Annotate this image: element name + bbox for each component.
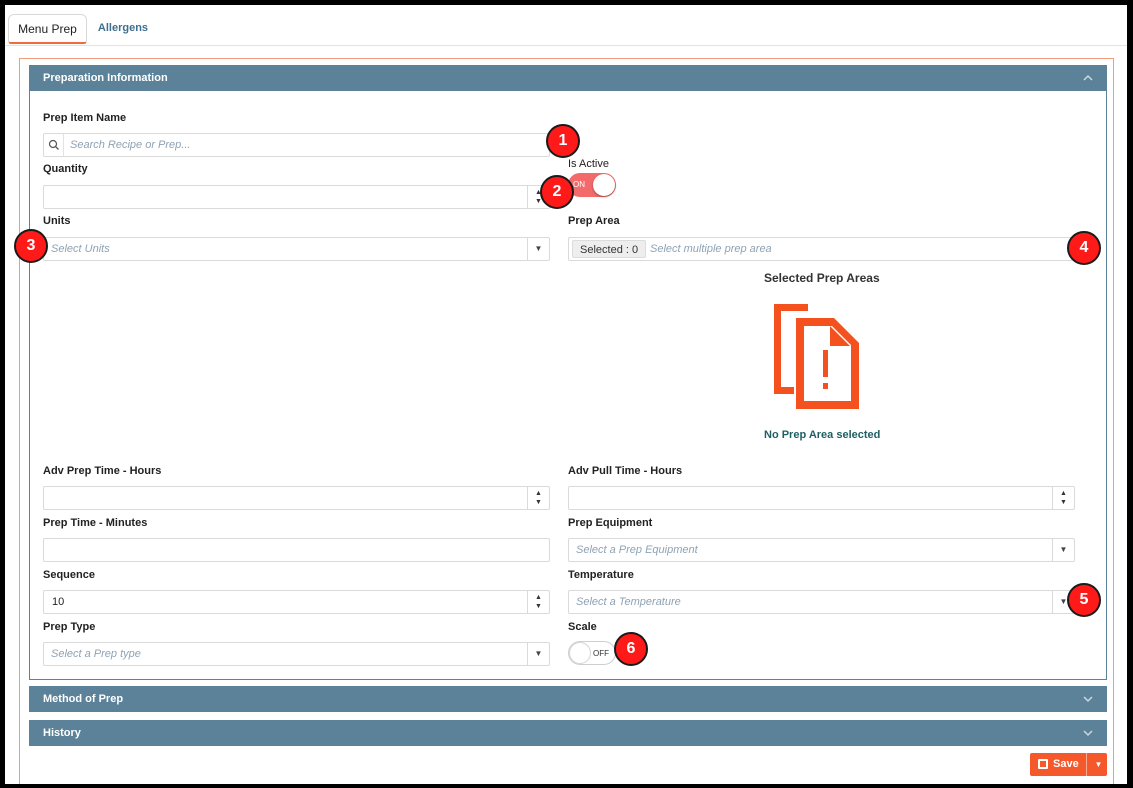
scale-toggle[interactable]: OFF xyxy=(568,641,616,665)
prep-equipment-select[interactable]: Select a Prep Equipment ▼ xyxy=(568,538,1075,562)
prep-type-placeholder: Select a Prep type xyxy=(51,648,141,660)
chevron-down-icon[interactable] xyxy=(1083,720,1093,746)
prep-type-select[interactable]: Select a Prep type ▼ xyxy=(43,642,550,666)
toggle-state-text: ON xyxy=(573,180,585,189)
spinner-up-icon[interactable]: ▲ xyxy=(528,594,549,602)
adv-prep-time-input[interactable]: ▲ ▼ xyxy=(43,486,550,510)
section-title: Method of Prep xyxy=(43,693,124,705)
toggle-knob xyxy=(569,642,591,664)
callout-6: 6 xyxy=(614,632,648,666)
quantity-label: Quantity xyxy=(43,163,88,175)
spinner-down-icon[interactable]: ▼ xyxy=(1053,499,1074,507)
prep-item-placeholder: Search Recipe or Prep... xyxy=(70,139,191,151)
prep-area-multiselect[interactable]: Selected : 0 Select multiple prep area xyxy=(568,237,1073,261)
scale-label: Scale xyxy=(568,621,597,633)
save-label: Save xyxy=(1053,758,1079,770)
documents-alert-icon xyxy=(774,304,859,409)
temperature-label: Temperature xyxy=(568,569,634,581)
no-prep-area-text: No Prep Area selected xyxy=(764,429,881,441)
save-button[interactable]: Save ▼ xyxy=(1030,753,1107,776)
section-preparation-header[interactable]: Preparation Information xyxy=(29,65,1107,91)
prep-time-input[interactable] xyxy=(43,538,550,562)
temperature-placeholder: Select a Temperature xyxy=(576,596,681,608)
spinner-up-icon[interactable]: ▲ xyxy=(528,490,549,498)
toggle-state-text: OFF xyxy=(593,649,609,658)
save-divider xyxy=(1086,753,1087,776)
app-window: Menu Prep Allergens Preparation Informat… xyxy=(5,5,1127,784)
quantity-input[interactable]: ▲ ▼ xyxy=(43,185,550,209)
adv-prep-time-stepper[interactable]: ▲ ▼ xyxy=(527,487,549,509)
units-placeholder: Select Units xyxy=(51,243,110,255)
callout-3: 3 xyxy=(14,229,48,263)
units-label: Units xyxy=(43,215,71,227)
sequence-input[interactable]: 10 ▲ ▼ xyxy=(43,590,550,614)
floppy-icon xyxy=(1038,759,1048,769)
prep-area-label: Prep Area xyxy=(568,215,620,227)
chevron-up-icon[interactable] xyxy=(1083,65,1093,91)
callout-2: 2 xyxy=(540,175,574,209)
is-active-toggle[interactable]: ON xyxy=(568,173,616,197)
search-icon xyxy=(44,134,64,156)
units-select[interactable]: Select Units ▼ xyxy=(43,237,550,261)
is-active-label: Is Active xyxy=(568,158,609,170)
prep-item-search-input[interactable]: Search Recipe or Prep... xyxy=(43,133,550,157)
sequence-value: 10 xyxy=(52,596,65,608)
sequence-stepper[interactable]: ▲ ▼ xyxy=(527,591,549,613)
callout-1: 1 xyxy=(546,124,580,158)
spinner-down-icon[interactable]: ▼ xyxy=(528,603,549,611)
prep-time-label: Prep Time - Minutes xyxy=(43,517,148,529)
callout-4: 4 xyxy=(1067,231,1101,265)
chevron-down-icon[interactable]: ▼ xyxy=(527,643,549,665)
prep-type-label: Prep Type xyxy=(43,621,96,633)
adv-pull-time-label: Adv Pull Time - Hours xyxy=(568,465,683,477)
section-title: Preparation Information xyxy=(43,72,168,84)
adv-prep-time-label: Adv Prep Time - Hours xyxy=(43,465,162,477)
prep-item-name-label: Prep Item Name xyxy=(43,112,127,124)
prep-equipment-label: Prep Equipment xyxy=(568,517,653,529)
section-history-header[interactable]: History xyxy=(29,720,1107,746)
chevron-down-icon[interactable]: ▼ xyxy=(527,238,549,260)
tab-allergens[interactable]: Allergens xyxy=(93,14,153,44)
spinner-down-icon[interactable]: ▼ xyxy=(528,499,549,507)
selected-prep-areas-title: Selected Prep Areas xyxy=(764,271,880,285)
sequence-label: Sequence xyxy=(43,569,95,581)
section-title: History xyxy=(43,727,81,739)
adv-pull-time-stepper[interactable]: ▲ ▼ xyxy=(1052,487,1074,509)
spinner-up-icon[interactable]: ▲ xyxy=(1053,490,1074,498)
callout-5: 5 xyxy=(1067,583,1101,617)
selected-count-badge: Selected : 0 xyxy=(572,240,647,258)
section-method-header[interactable]: Method of Prep xyxy=(29,686,1107,712)
temperature-select[interactable]: Select a Temperature ▼ xyxy=(568,590,1075,614)
chevron-down-icon[interactable]: ▼ xyxy=(1052,539,1074,561)
prep-area-placeholder: Select multiple prep area xyxy=(650,243,772,255)
chevron-down-icon[interactable] xyxy=(1083,686,1093,712)
tab-menu-prep[interactable]: Menu Prep xyxy=(8,14,87,44)
prep-container: Preparation Information Prep Item Name S… xyxy=(19,58,1114,784)
prep-equipment-placeholder: Select a Prep Equipment xyxy=(576,544,698,556)
tab-bar: Menu Prep Allergens xyxy=(5,5,1127,46)
toggle-knob xyxy=(593,174,615,196)
save-dropdown-icon[interactable]: ▼ xyxy=(1090,753,1107,776)
adv-pull-time-input[interactable]: ▲ ▼ xyxy=(568,486,1075,510)
